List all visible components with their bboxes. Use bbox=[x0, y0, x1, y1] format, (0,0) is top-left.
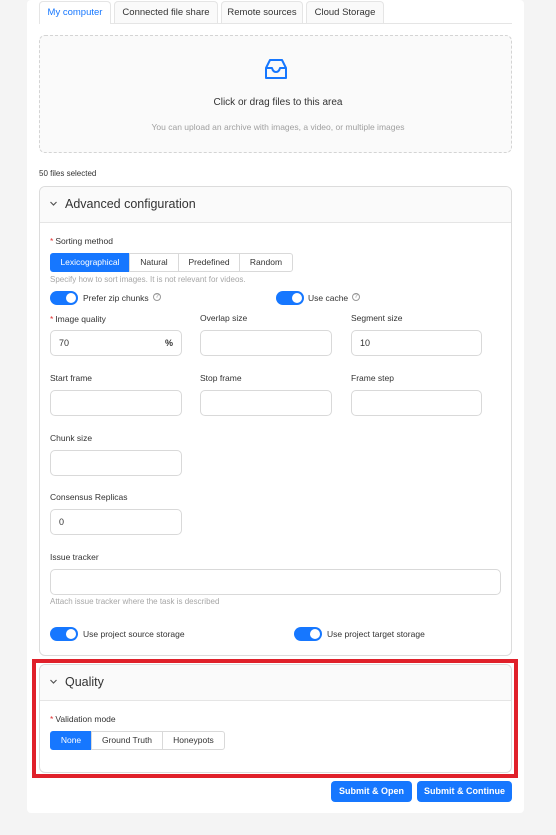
prefer-zip-toggle[interactable] bbox=[50, 291, 78, 305]
upload-dropzone[interactable] bbox=[39, 35, 512, 153]
upload-title: Click or drag files to this area bbox=[213, 97, 343, 108]
question-icon[interactable]: ? bbox=[153, 293, 161, 301]
inbox-icon bbox=[265, 59, 287, 79]
submit-open-button[interactable]: Submit & Open bbox=[331, 781, 412, 802]
advanced-config-title: Advanced configuration bbox=[65, 197, 196, 211]
frame-step-input[interactable] bbox=[351, 390, 482, 416]
use-cache-toggle[interactable] bbox=[276, 291, 304, 305]
question-icon[interactable]: ? bbox=[352, 293, 360, 301]
advanced-config-header[interactable]: Advanced configuration bbox=[40, 187, 511, 223]
source-storage-toggle[interactable] bbox=[50, 627, 78, 641]
start-frame-label: Start frame bbox=[50, 373, 93, 383]
start-frame-input[interactable] bbox=[50, 390, 182, 416]
segment-size-label: Segment size bbox=[351, 313, 403, 323]
sorting-random[interactable]: Random bbox=[239, 253, 293, 272]
issue-tracker-input[interactable] bbox=[50, 569, 501, 595]
overlap-size-label: Overlap size bbox=[200, 313, 248, 323]
tab-remote-sources[interactable]: Remote sources bbox=[221, 1, 303, 23]
issue-tracker-label: Issue tracker bbox=[50, 552, 99, 562]
tab-connected-file-share[interactable]: Connected file share bbox=[114, 1, 218, 23]
sorting-predefined[interactable]: Predefined bbox=[178, 253, 240, 272]
upload-hint: You can upload an archive with images, a… bbox=[151, 122, 405, 132]
files-selected-count: 50 files selected bbox=[39, 169, 97, 178]
consensus-replicas-input[interactable]: 0 bbox=[50, 509, 182, 535]
submit-continue-button[interactable]: Submit & Continue bbox=[417, 781, 512, 802]
prefer-zip-label: Prefer zip chunks bbox=[83, 293, 149, 303]
source-storage-label: Use project source storage bbox=[83, 629, 185, 639]
use-cache-label: Use cache bbox=[308, 293, 349, 303]
stop-frame-input[interactable] bbox=[200, 390, 332, 416]
frame-step-label: Frame step bbox=[351, 373, 394, 383]
sorting-lexicographical[interactable]: Lexicographical bbox=[50, 253, 130, 272]
image-quality-label: * Image quality bbox=[50, 314, 106, 324]
chunk-size-input[interactable] bbox=[50, 450, 182, 476]
overlap-size-input[interactable] bbox=[200, 330, 332, 356]
target-storage-toggle[interactable] bbox=[294, 627, 322, 641]
sorting-help-text: Specify how to sort images. It is not re… bbox=[50, 275, 246, 284]
chevron-down-icon bbox=[50, 201, 57, 206]
tab-cloud-storage[interactable]: Cloud Storage bbox=[306, 1, 384, 23]
issue-tracker-help: Attach issue tracker where the task is d… bbox=[50, 597, 220, 606]
consensus-replicas-label: Consensus Replicas bbox=[50, 492, 128, 502]
chunk-size-label: Chunk size bbox=[50, 433, 93, 443]
segment-size-input[interactable]: 10 bbox=[351, 330, 482, 356]
sorting-natural[interactable]: Natural bbox=[129, 253, 179, 272]
highlight-box bbox=[32, 659, 518, 778]
target-storage-label: Use project target storage bbox=[327, 629, 425, 639]
tab-my-computer[interactable]: My computer bbox=[39, 1, 111, 24]
image-quality-input[interactable]: 70% bbox=[50, 330, 182, 356]
stop-frame-label: Stop frame bbox=[200, 373, 242, 383]
percent-suffix: % bbox=[164, 338, 173, 348]
sorting-method-label: * Sorting method bbox=[50, 236, 113, 246]
